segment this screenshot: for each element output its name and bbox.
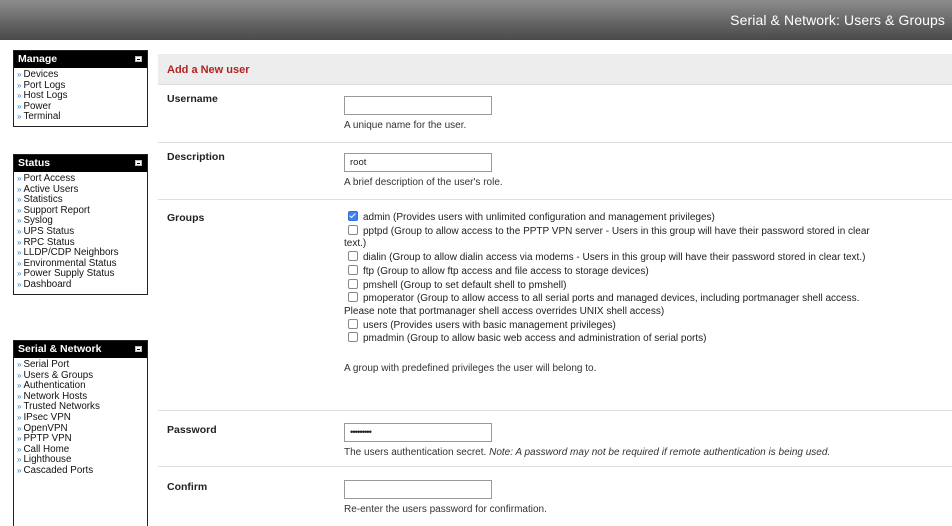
- section-header: Add a New user: [158, 54, 952, 85]
- arrow-icon: »: [17, 434, 22, 444]
- password-input[interactable]: [344, 423, 492, 442]
- arrow-icon: »: [17, 360, 22, 369]
- groups-row: Groups admin (Provides users with unlimi…: [158, 200, 952, 411]
- status-menu: » Port Access » Active Users » Statistics »…: [14, 172, 147, 294]
- arrow-icon: »: [17, 412, 22, 422]
- checkbox-icon[interactable]: [348, 318, 358, 329]
- manage-panel-header: Manage: [14, 51, 147, 68]
- section-title: Add a New user: [167, 64, 250, 76]
- description-input[interactable]: [344, 153, 492, 172]
- arrow-icon: »: [17, 279, 22, 289]
- password-field-group: The users authentication secret. Note: A…: [344, 423, 944, 458]
- arrow-icon: »: [17, 370, 22, 380]
- groups-field-group: admin (Provides users with unlimited con…: [344, 211, 944, 374]
- manage-menu: » Devices » Port Logs » Host Logs » Power » T…: [14, 68, 147, 126]
- confirm-label: Confirm: [167, 481, 208, 493]
- group-option-dialin[interactable]: dialin (Group to allow dialin access via…: [344, 251, 944, 265]
- description-help: A brief description of the user's role.: [344, 177, 503, 188]
- confirm-field-group: Re-enter the users password for confirma…: [344, 480, 944, 515]
- checkbox-icon[interactable]: [348, 278, 358, 289]
- arrow-icon: »: [17, 112, 22, 122]
- arrow-icon: »: [17, 391, 22, 401]
- arrow-icon: »: [17, 258, 22, 268]
- serial-network-menu: » Serial Port » Users & Groups » Authentica…: [14, 358, 147, 480]
- group-option-admin[interactable]: admin (Provides users with unlimited con…: [344, 211, 944, 225]
- checkbox-icon[interactable]: [348, 332, 358, 343]
- group-option-pmoperator[interactable]: pmoperator (Group to allow access to all…: [344, 292, 944, 306]
- collapse-icon[interactable]: [135, 346, 142, 352]
- arrow-icon: »: [17, 216, 22, 226]
- group-option-pmoperator-cont: Please note that portmanager shell acces…: [344, 305, 665, 317]
- password-label: Password: [167, 424, 217, 436]
- arrow-icon: »: [17, 70, 22, 79]
- manage-panel-title: Manage: [18, 53, 58, 65]
- group-option-pmshell[interactable]: pmshell (Group to set default shell to p…: [344, 278, 944, 293]
- username-help: A unique name for the user.: [344, 120, 467, 131]
- serial-network-panel: Serial & Network » Serial Port » Users & G…: [13, 340, 148, 526]
- checkbox-icon[interactable]: [348, 292, 358, 303]
- serial-network-panel-header: Serial & Network: [14, 341, 147, 358]
- group-option-pptpd[interactable]: pptpd (Group to allow access to the PPTP…: [344, 224, 944, 239]
- arrow-icon: »: [17, 269, 22, 279]
- password-row: Password The users authentication secret…: [158, 411, 952, 467]
- password-help: The users authentication secret. Note: A…: [344, 447, 944, 458]
- arrow-icon: »: [17, 205, 22, 215]
- arrow-icon: »: [17, 195, 22, 205]
- confirm-row: Confirm Re-enter the users password for …: [158, 467, 952, 515]
- checkbox-icon[interactable]: [348, 224, 358, 235]
- collapse-icon[interactable]: [135, 56, 142, 62]
- group-option-pptpd-cont: text.): [344, 238, 367, 250]
- top-banner: Serial & Network: Users & Groups: [0, 0, 952, 40]
- username-label: Username: [167, 93, 218, 105]
- arrow-icon: »: [17, 80, 22, 90]
- arrow-icon: »: [17, 444, 22, 454]
- checkbox-icon[interactable]: [348, 264, 358, 275]
- checkbox-icon[interactable]: [348, 251, 358, 262]
- description-row: Description A brief description of the u…: [158, 143, 952, 200]
- arrow-icon: »: [17, 423, 22, 433]
- serial-network-panel-title: Serial & Network: [18, 343, 102, 355]
- manage-panel: Manage » Devices » Port Logs » Host Logs » P…: [13, 50, 148, 127]
- sidebar-item-cascaded-ports[interactable]: » Cascaded Ports: [17, 465, 144, 477]
- description-field-group: A brief description of the user's role.: [344, 153, 944, 188]
- arrow-icon: »: [17, 174, 22, 183]
- arrow-icon: »: [17, 226, 22, 236]
- description-label: Description: [167, 151, 225, 163]
- collapse-icon[interactable]: [135, 160, 142, 166]
- groups-label: Groups: [167, 212, 205, 224]
- confirm-input[interactable]: [344, 480, 492, 499]
- main-content: Add a New user Username A unique name fo…: [158, 54, 952, 515]
- arrow-icon: »: [17, 184, 22, 194]
- password-help-note: Note: A password may not be required if …: [489, 447, 831, 458]
- arrow-icon: »: [17, 402, 22, 412]
- password-help-text: The users authentication secret.: [344, 447, 487, 458]
- groups-help: A group with predefined privileges the u…: [344, 363, 597, 375]
- sidebar: Manage » Devices » Port Logs » Host Logs » P…: [0, 40, 155, 526]
- arrow-icon: »: [17, 248, 22, 258]
- arrow-icon: »: [17, 101, 22, 111]
- group-option-ftp[interactable]: ftp (Group to allow ftp access and file …: [344, 264, 944, 279]
- group-option-pmadmin[interactable]: pmadmin (Group to allow basic web access…: [344, 332, 944, 346]
- status-panel-title: Status: [18, 157, 51, 169]
- page-title: Serial & Network: Users & Groups: [730, 12, 945, 28]
- arrow-icon: »: [17, 237, 22, 247]
- status-panel-header: Status: [14, 155, 147, 172]
- status-panel: Status » Port Access » Active Users » Stati…: [13, 154, 148, 295]
- arrow-icon: »: [17, 381, 22, 391]
- sidebar-item-terminal[interactable]: » Terminal: [17, 112, 144, 123]
- confirm-help: Re-enter the users password for confirma…: [344, 504, 547, 515]
- arrow-icon: »: [17, 455, 22, 465]
- username-field-group: A unique name for the user.: [344, 96, 944, 131]
- group-option-users[interactable]: users (Provides users with basic managem…: [344, 318, 944, 333]
- checkbox-checked-icon[interactable]: [348, 211, 358, 221]
- sidebar-item-dashboard[interactable]: » Dashboard: [17, 279, 144, 291]
- username-input[interactable]: [344, 96, 492, 115]
- username-row: Username A unique name for the user.: [158, 85, 952, 143]
- arrow-icon: »: [17, 91, 22, 101]
- arrow-icon: »: [17, 465, 22, 475]
